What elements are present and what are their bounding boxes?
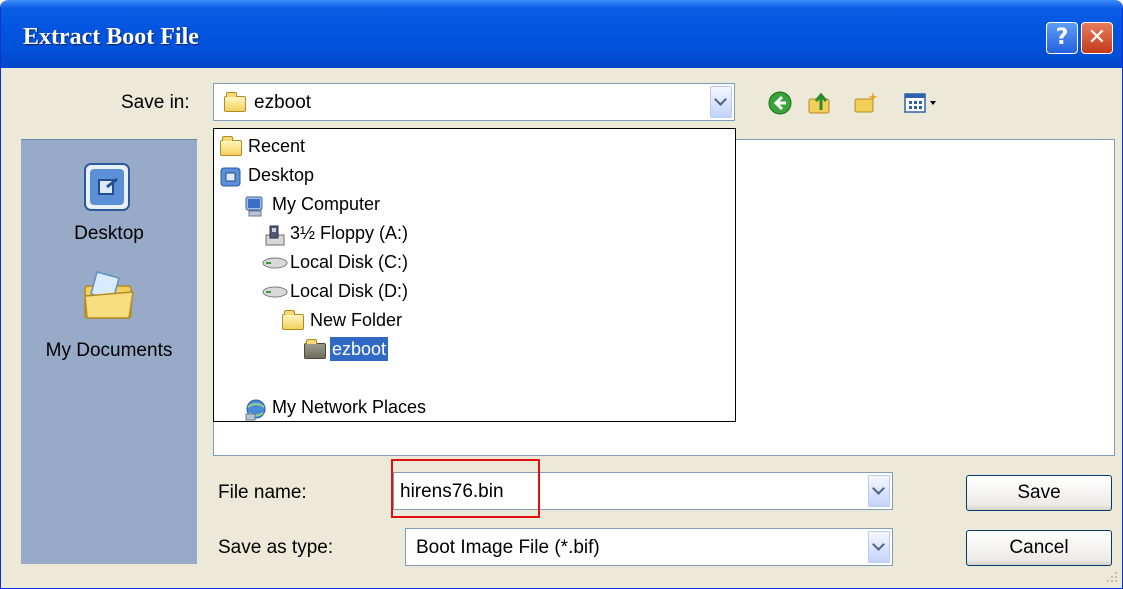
place-desktop-label: Desktop — [74, 223, 144, 244]
floppy-icon — [265, 225, 285, 246]
new-folder-icon[interactable] — [853, 90, 879, 116]
place-my-documents[interactable]: My Documents — [21, 260, 197, 380]
extract-boot-file-dialog: Extract Boot File ? ✕ Save in: ezboot De… — [0, 0, 1123, 589]
folder-icon — [224, 92, 246, 112]
save-as-type-value: Boot Image File (*.bif) — [416, 537, 600, 558]
dropdown-item-label: My Computer — [272, 194, 381, 214]
desktop-icon — [220, 167, 241, 187]
back-icon[interactable] — [767, 90, 793, 116]
cancel-button[interactable]: Cancel — [966, 530, 1112, 566]
highlight-box — [391, 459, 540, 518]
window-title: Extract Boot File — [23, 24, 199, 50]
save-as-type-dropdown-button[interactable] — [868, 531, 890, 563]
place-my-documents-label: My Documents — [45, 340, 173, 361]
dropdown-item-label: New Folder — [310, 310, 403, 330]
save-as-type-select[interactable]: Boot Image File (*.bif) — [405, 528, 893, 566]
save-in-label: Save in: — [121, 92, 190, 113]
hard-disk-icon — [262, 286, 288, 298]
save-in-value: ezboot — [254, 92, 312, 113]
dropdown-item-label: ezboot — [330, 337, 389, 361]
file-name-label: File name: — [218, 482, 307, 503]
network-places-icon — [245, 399, 266, 421]
close-button[interactable]: ✕ — [1081, 22, 1113, 54]
folder-open-icon — [304, 339, 326, 359]
save-in-combo[interactable]: ezboot — [213, 83, 735, 121]
save-in-dropdown-button[interactable] — [710, 86, 732, 118]
views-menu-icon[interactable] — [903, 90, 943, 116]
place-desktop[interactable]: Desktop — [21, 140, 197, 260]
hard-disk-icon — [262, 257, 288, 269]
dropdown-item-label: Local Disk (C:) — [290, 252, 409, 272]
folder-icon — [282, 310, 304, 330]
size-grip-icon[interactable] — [1101, 568, 1119, 586]
file-name-dropdown-button[interactable] — [868, 475, 890, 507]
dropdown-item-label: Recent — [248, 136, 306, 156]
dropdown-item-label: My Network Places — [272, 397, 427, 417]
location-dropdown-list: Recent Desktop My Computer 3½ Floppy (A:… — [213, 128, 736, 422]
help-button[interactable]: ? — [1046, 22, 1078, 54]
dropdown-item-label: Local Disk (D:) — [290, 281, 409, 301]
my-documents-icon — [84, 271, 134, 319]
dropdown-item-label: 3½ Floppy (A:) — [290, 223, 409, 243]
my-computer-icon — [245, 196, 263, 217]
up-folder-icon[interactable] — [807, 90, 833, 116]
save-button[interactable]: Save — [966, 475, 1112, 511]
title-bar[interactable]: Extract Boot File ? ✕ — [1, 0, 1122, 68]
save-as-type-label: Save as type: — [218, 537, 334, 558]
places-bar: Desktop My Documents — [21, 139, 197, 564]
dropdown-item-label: Desktop — [248, 165, 315, 185]
folder-icon — [220, 136, 242, 156]
desktop-icon — [84, 163, 130, 211]
